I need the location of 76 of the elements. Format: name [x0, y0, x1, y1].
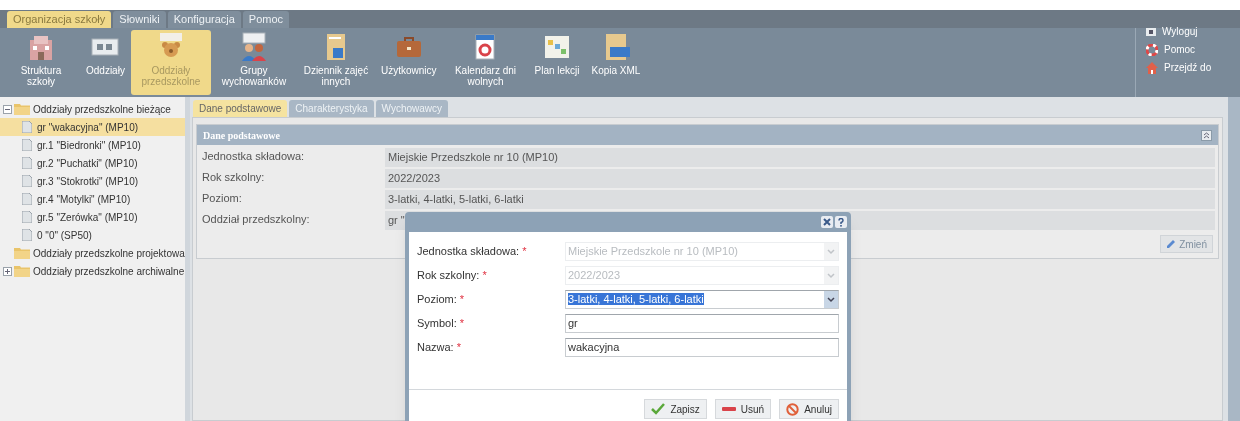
tree-item[interactable]: Oddziały przedszkolne bieżące — [0, 100, 185, 118]
field-value: Miejskie Przedszkole nr 10 (MP10) — [385, 148, 1215, 167]
document-icon — [22, 175, 32, 187]
toolbar-button[interactable]: Grupy wychowanków — [210, 30, 297, 95]
cancel-icon — [786, 402, 800, 416]
collapse-icon[interactable] — [3, 104, 12, 114]
tree-item[interactable]: Oddziały przedszkolne projektowa — [0, 244, 185, 262]
document-icon — [22, 157, 32, 169]
field-label: Rok szkolny: * — [417, 268, 488, 284]
menu-tab[interactable]: Pomoc — [242, 11, 290, 28]
document-icon — [22, 211, 32, 223]
field-value: 3-latki, 4-latki, 5-latki, 6-latki — [385, 190, 1215, 209]
field-value: 2022/2023 — [385, 169, 1215, 188]
field-label: Jednostka składowa: — [201, 149, 306, 164]
document-icon — [22, 121, 32, 133]
detail-tab[interactable]: Wychowawcy — [375, 100, 448, 117]
field-label: Poziom: — [201, 191, 243, 206]
chevron-down-icon — [827, 272, 835, 279]
dialog-button[interactable]: Usuń — [714, 399, 772, 419]
menu-tab[interactable]: Konfiguracja — [167, 11, 241, 28]
folder-icon — [14, 103, 30, 115]
tree-item[interactable]: 0 "0" (SP50) — [0, 226, 185, 244]
toolbar-button[interactable]: Struktura szkoły — [2, 30, 80, 95]
toolbar-button[interactable]: Oddziały przedszkolne — [130, 30, 211, 95]
toolbar-button[interactable]: Oddziały — [80, 30, 131, 95]
field-label: Poziom: * — [417, 292, 466, 308]
menu-tab[interactable]: Słowniki — [113, 11, 166, 28]
field-label: Oddział przedszkolny: — [201, 212, 311, 227]
help-button[interactable] — [835, 216, 847, 228]
tree-item[interactable]: gr.2 "Puchatki" (MP10) — [0, 154, 185, 172]
toolbar-button[interactable]: Użytkownicy — [374, 30, 443, 95]
question-icon — [838, 217, 844, 227]
toolbar-button[interactable]: Dziennik zajęć innych — [296, 30, 375, 95]
field-label: Rok szkolny: — [201, 170, 266, 185]
close-button[interactable] — [821, 216, 833, 228]
pencil-icon — [1166, 239, 1177, 249]
input-field[interactable]: wakacyjna — [565, 338, 839, 357]
expand-icon[interactable] — [3, 266, 12, 276]
chevron-down-icon — [827, 296, 835, 303]
toolbar-button[interactable]: Plan lekcji — [528, 30, 586, 95]
field-label: Nazwa: * — [417, 340, 463, 356]
minus-icon — [721, 407, 736, 411]
tree-item[interactable]: gr "wakacyjna" (MP10) — [0, 118, 185, 136]
dropdown-field[interactable]: 3-latki, 4-latki, 5-latki, 6-latki — [565, 290, 839, 309]
input-field[interactable]: gr — [565, 314, 839, 333]
user-menu-link[interactable]: Wyloguj — [1146, 24, 1230, 39]
logout-icon — [1146, 27, 1156, 36]
folder-icon — [14, 265, 30, 277]
user-menu-link[interactable]: Pomoc — [1146, 42, 1230, 57]
detail-tab[interactable]: Dane podstawowe — [193, 100, 288, 117]
lifebuoy-icon — [1146, 43, 1158, 56]
document-icon — [22, 193, 32, 205]
folder-icon — [14, 247, 30, 259]
section-title: Dane podstawowe — [203, 128, 280, 143]
field-label: Jednostka składowa: * — [417, 244, 528, 260]
collapse-icon[interactable] — [1201, 129, 1212, 141]
document-icon — [22, 229, 32, 241]
tree-item[interactable]: gr.5 "Zerówka" (MP10) — [0, 208, 185, 226]
house-icon — [1146, 61, 1158, 74]
user-menu-link[interactable]: Przejdź do — [1146, 60, 1230, 75]
field-label: Symbol: * — [417, 316, 466, 332]
dialog-button[interactable]: Anuluj — [779, 399, 839, 419]
dialog-button[interactable]: Zapisz — [644, 399, 707, 419]
detail-tab[interactable]: Charakterystyka — [289, 100, 374, 117]
checkmark-icon — [651, 403, 666, 415]
tree-item[interactable]: gr.3 "Stokrotki" (MP10) — [0, 172, 185, 190]
toolbar-button[interactable]: Kopia XML — [585, 30, 647, 95]
chevron-down-icon — [827, 248, 835, 255]
toolbar-button[interactable]: Kalendarz dni wolnych — [442, 30, 529, 95]
tree-item[interactable]: Oddziały przedszkolne archiwalne — [0, 262, 185, 280]
menu-tab[interactable]: Organizacja szkoły — [7, 11, 112, 28]
document-icon — [22, 139, 32, 151]
edit-button[interactable]: Zmień — [1160, 235, 1213, 253]
tree-item[interactable]: gr.1 "Biedronki" (MP10) — [0, 136, 185, 154]
tree-item[interactable]: gr.4 "Motylki" (MP10) — [0, 190, 185, 208]
close-icon — [823, 218, 831, 226]
